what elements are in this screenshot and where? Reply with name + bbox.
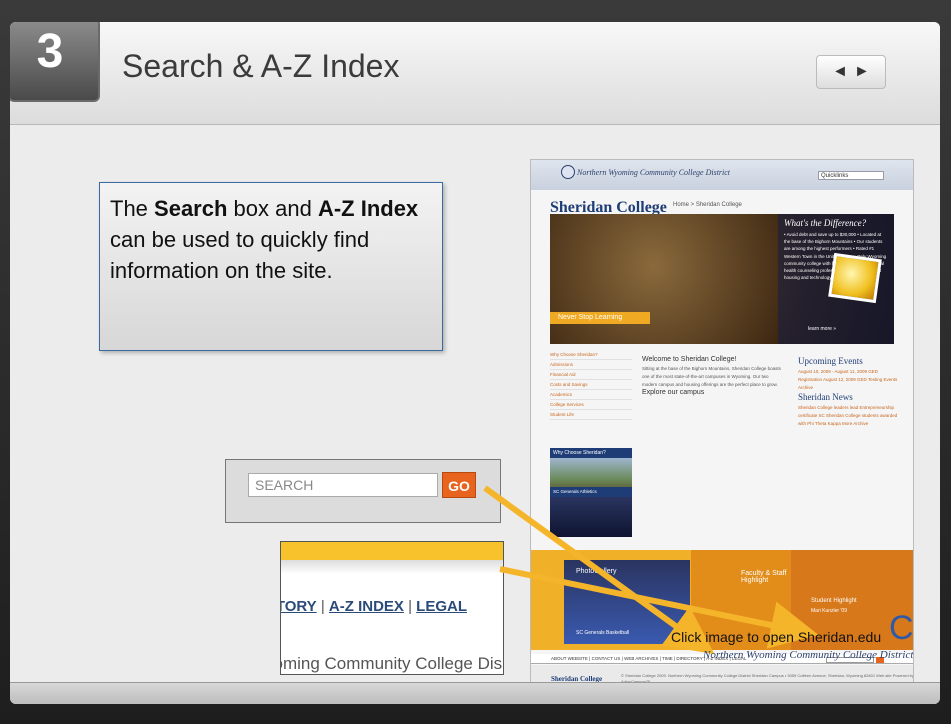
az-index-zoom-panel: CTORY | A-Z INDEX | LEGAL yoming Communi… xyxy=(280,541,504,675)
site-topbar: Northern Wyoming Community College Distr… xyxy=(531,160,913,190)
left-nav-item[interactable]: Financial Aid xyxy=(550,370,632,380)
presentation-frame: 3 Search & A-Z Index ◄ ► The Search box … xyxy=(0,0,951,724)
footer-stripe xyxy=(281,542,503,560)
legal-link[interactable]: LEGAL xyxy=(416,598,467,615)
explore-title: Explore our campus xyxy=(642,389,705,397)
events-title: Upcoming Events xyxy=(798,356,863,366)
why-choose-label: Why Choose Sheridan? xyxy=(550,448,632,458)
footer-band xyxy=(281,560,503,574)
left-nav-item[interactable]: Academics xyxy=(550,390,632,400)
search-go-button[interactable]: GO xyxy=(442,472,476,498)
search-zoom-panel: SEARCH GO xyxy=(225,459,501,523)
slide-header: 3 Search & A-Z Index ◄ ► xyxy=(10,22,940,125)
callout-text: can be used to quickly find information … xyxy=(110,227,370,284)
directory-link[interactable]: CTORY xyxy=(281,598,317,615)
website-screenshot[interactable]: Northern Wyoming Community College Distr… xyxy=(530,159,914,694)
hero-heading: What's the Difference? xyxy=(784,218,867,228)
left-nav-item[interactable]: Admissions xyxy=(550,360,632,370)
left-nav-item[interactable]: Why Choose Sheridan? xyxy=(550,350,632,360)
slide-title: Search & A-Z Index xyxy=(122,48,400,84)
site-breadcrumb: Home > Sheridan College xyxy=(673,202,742,208)
news-body: Sheridan College leaders lead Entreprene… xyxy=(798,405,898,427)
az-index-link[interactable]: A-Z INDEX xyxy=(329,598,404,615)
welcome-title: Welcome to Sheridan College! xyxy=(642,356,737,363)
link-separator: | xyxy=(403,598,417,615)
hero-learn-more-link[interactable]: learn more » xyxy=(808,326,836,332)
next-slide-button[interactable]: ► xyxy=(854,63,870,81)
slide-navigation: ◄ ► xyxy=(816,55,886,89)
site-main-column: Welcome to Sheridan College! Sitting at … xyxy=(642,356,782,398)
left-nav-item[interactable]: College Services xyxy=(550,400,632,410)
footer-links: CTORY | A-Z INDEX | LEGAL xyxy=(281,598,467,615)
quicklinks-select[interactable]: Quicklinks xyxy=(818,171,884,180)
athletics-photo xyxy=(550,497,632,537)
athletics-label: SC Generals Athletics xyxy=(550,487,632,497)
news-title: Sheridan News xyxy=(798,392,853,403)
student-label: Student Highlight xyxy=(811,598,857,604)
district-logo-mark: C xyxy=(889,609,914,647)
copyright-text: yoming Community College Dis xyxy=(280,654,503,673)
site-district-name: Northern Wyoming Community College Distr… xyxy=(577,168,731,177)
welcome-body: Sitting at the base of the Bighorn Mount… xyxy=(642,366,781,388)
slide-number: 3 xyxy=(36,25,64,78)
lemon-photo xyxy=(828,252,882,304)
previous-slide-button[interactable]: ◄ xyxy=(832,63,848,81)
explanation-callout: The Search box and A-Z Index can be used… xyxy=(99,182,443,351)
callout-search-term: Search xyxy=(154,196,228,221)
district-footer-text: Northern Wyoming Community College Distr… xyxy=(703,649,914,661)
student-name: Mari Kunzler '09 xyxy=(811,608,847,614)
district-seal-icon xyxy=(561,165,575,179)
search-input[interactable]: SEARCH xyxy=(248,473,438,497)
photo-gallery-label: PhotoGallery xyxy=(576,568,617,575)
link-separator: | xyxy=(316,598,329,615)
slide-number-monitor-icon: 3 xyxy=(10,22,100,102)
callout-text: box and xyxy=(227,196,318,221)
left-nav-item[interactable]: Costs and Savings xyxy=(550,380,632,390)
hero-tagline: Never Stop Learning xyxy=(550,312,650,324)
sc-generals-caption: SC Generals Basketball xyxy=(576,630,630,636)
callout-text: The xyxy=(110,196,155,221)
slide-bottom-bar xyxy=(10,682,940,704)
faculty-label: Faculty & Staff Highlight xyxy=(741,570,787,584)
site-right-column: Upcoming Events August 10, 2009 - August… xyxy=(798,356,898,429)
click-to-open-note[interactable]: Click image to open Sheridan.edu xyxy=(671,629,881,645)
callout-az-term: A-Z Index xyxy=(317,196,419,221)
slide: 3 Search & A-Z Index ◄ ► The Search box … xyxy=(10,22,940,704)
events-body: August 10, 2009 - August 11, 2009 GED Re… xyxy=(798,369,898,391)
left-nav-item[interactable]: Student Life xyxy=(550,410,632,420)
